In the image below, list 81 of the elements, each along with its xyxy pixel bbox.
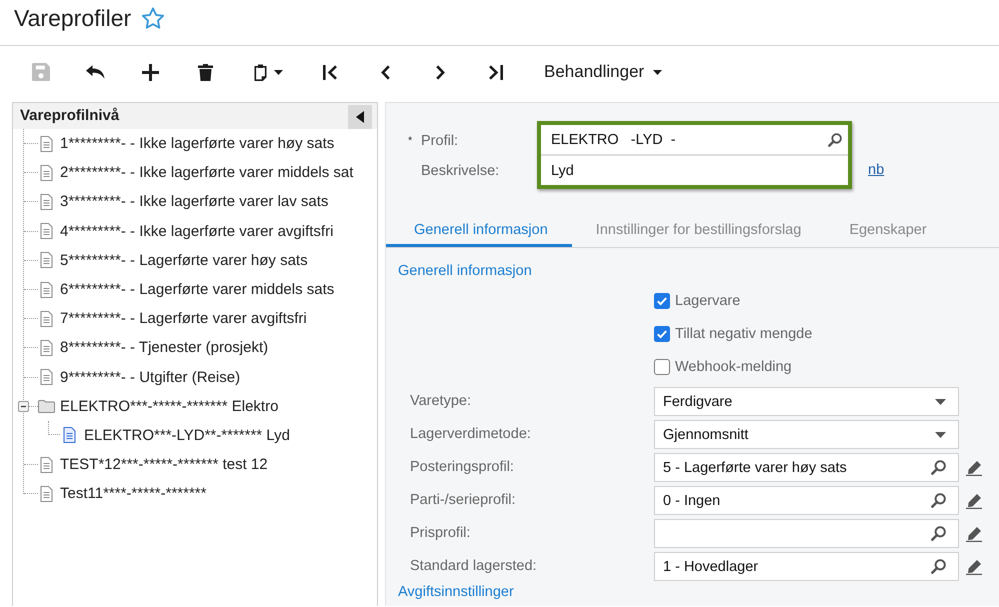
text-field[interactable]: Lyd [541, 154, 848, 185]
folder-icon [38, 399, 55, 414]
clipboard-icon [254, 64, 266, 80]
section-heading: Generell informasjon [398, 263, 533, 279]
lookup-field[interactable] [654, 519, 959, 548]
skip-last-icon [488, 64, 503, 80]
checkbox-label: Lagervare [675, 292, 740, 308]
tree-item[interactable]: 6*********- - Lagerførte varer middels sats [13, 274, 377, 304]
lookup-field[interactable]: ELEKTRO -LYD - [541, 125, 848, 154]
pencil-icon[interactable] [966, 460, 982, 476]
checkbox-label: Tillat negativ mengde [675, 326, 812, 342]
document-icon [40, 486, 53, 502]
chevron-left-icon [381, 64, 390, 80]
document-icon [40, 194, 53, 210]
document-icon [40, 223, 53, 240]
tree-item[interactable]: 4*********- - Ikke lagerførte varer avgiftsfri [13, 216, 377, 246]
undo-arrow-icon [86, 65, 105, 79]
field-label: Varetype: [410, 392, 472, 411]
tree-item[interactable]: 9*********- - Utgifter (Reise) [13, 362, 377, 392]
checkbox[interactable] [654, 292, 670, 308]
tree-item[interactable]: TEST*12***-*****-******* test 12 [13, 450, 377, 480]
field-label: Posteringsprofil: [410, 458, 515, 477]
language-link[interactable]: nb [868, 162, 884, 178]
field-label: Beskrivelse: [421, 162, 500, 178]
pencil-icon[interactable] [966, 526, 982, 542]
field-label: Standard lagersted: [410, 557, 538, 576]
lookup-field[interactable]: 0 - Ingen [654, 486, 959, 515]
star-icon[interactable] [142, 7, 164, 29]
search-icon[interactable] [931, 493, 946, 508]
tree-item[interactable]: 2*********- - Ikke lagerførte varer middels sat [13, 158, 377, 188]
document-icon [40, 252, 53, 268]
search-icon[interactable] [931, 460, 946, 475]
actions-menu-button[interactable]: Behandlinger [544, 55, 662, 89]
trash-icon [198, 64, 213, 80]
field-label: Prisprofil: [410, 524, 472, 543]
field-label: Profil: [421, 132, 458, 148]
tree-item[interactable]: 5*********- - Lagerførte varer høy sats [13, 246, 377, 275]
tab[interactable]: Generell informasjon [386, 211, 572, 247]
tree-item[interactable]: ELEKTRO***-*****-******* Elektro [13, 392, 377, 421]
panel-title: Vareprofilnivå [20, 106, 120, 126]
caret-down-icon[interactable] [935, 432, 946, 438]
document-icon [40, 282, 53, 298]
tree-item[interactable]: Test11****-*****-******* [13, 479, 377, 508]
triangle-left-icon [356, 111, 364, 123]
lookup-field[interactable]: 5 - Lagerførte varer høy sats [654, 453, 959, 482]
search-icon[interactable] [931, 526, 946, 541]
caret-down-icon [653, 70, 662, 74]
required-mark: * [408, 134, 412, 146]
tree-item[interactable]: 1*********- - Ikke lagerførte varer høy sats [13, 129, 377, 158]
document-icon [63, 427, 76, 444]
page-title: Vareprofiler [14, 4, 132, 32]
field-label: Lagerverdimetode: [410, 425, 532, 444]
tree-item[interactable]: 3*********- - Ikke lagerførte varer lav sats [13, 187, 377, 217]
document-icon [40, 164, 53, 181]
collapse-panel-button[interactable] [348, 105, 372, 129]
tree-item[interactable]: 8*********- - Tjenester (prosjekt) [13, 333, 377, 362]
search-icon[interactable] [931, 559, 946, 574]
chevron-right-icon [436, 64, 445, 80]
checkbox[interactable] [654, 358, 670, 374]
document-icon [40, 136, 53, 152]
checkbox-label: Webhook-melding [675, 358, 792, 374]
lookup-field[interactable]: 1 - Hovedlager [654, 552, 959, 581]
dropdown-field[interactable]: Gjennomsnitt [654, 420, 959, 449]
minus-box-icon[interactable] [18, 400, 29, 412]
document-icon [40, 369, 53, 386]
pencil-icon[interactable] [966, 492, 982, 508]
tree-item[interactable]: ELEKTRO***-LYD**-******* Lyd [13, 420, 377, 450]
document-icon [40, 340, 53, 356]
skip-first-icon [323, 64, 338, 80]
document-icon [40, 456, 53, 473]
tree-item[interactable]: 7*********- - Lagerførte varer avgiftsfri [13, 304, 377, 334]
plus-icon [142, 64, 159, 80]
search-icon[interactable] [828, 132, 842, 146]
caret-down-icon [274, 70, 282, 74]
document-icon [40, 310, 53, 327]
dropdown-field[interactable]: Ferdigvare [654, 387, 959, 416]
checkbox[interactable] [654, 326, 670, 342]
caret-down-icon[interactable] [935, 398, 946, 404]
section-heading: Avgiftsinnstillinger [398, 584, 515, 600]
field-label: Parti-/serieprofil: [410, 491, 517, 510]
pencil-icon[interactable] [966, 558, 982, 574]
